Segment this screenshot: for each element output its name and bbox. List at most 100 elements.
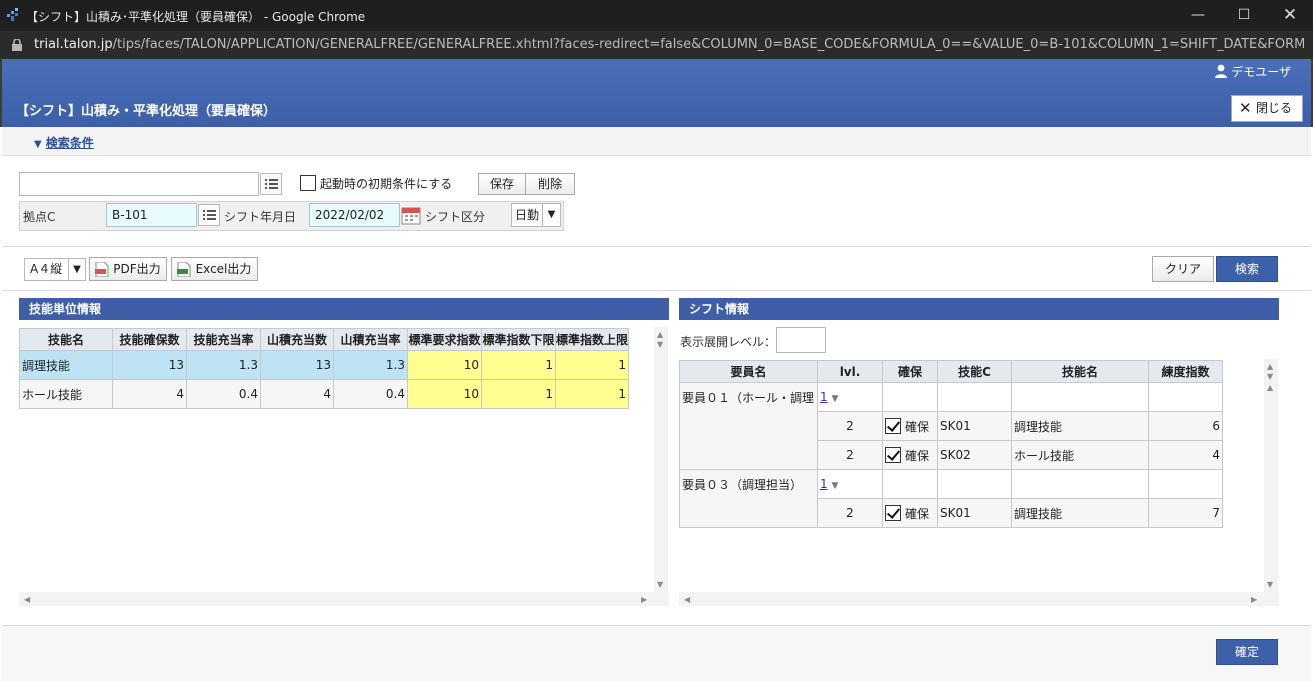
table-cell: 4: [260, 379, 334, 409]
paper-size-select[interactable]: A４縦 ▼: [24, 258, 86, 281]
column-header[interactable]: 標準指数上限: [555, 328, 629, 351]
checkbox-checked[interactable]: [885, 446, 901, 463]
user-name: デモユーザ: [1231, 65, 1291, 79]
save-button[interactable]: 保存: [478, 173, 526, 195]
secure-cell[interactable]: 確保: [882, 498, 938, 528]
table-cell: [937, 382, 1012, 412]
shift-table: 要員名 lvl. 確保 技能C 技能名 練度指数 要員０１（ホール・調理 1 ▼…: [679, 360, 1223, 528]
confirm-button[interactable]: 確定: [1216, 639, 1278, 665]
secure-cell[interactable]: 確保: [882, 440, 938, 470]
table-row[interactable]: 要員０１（ホール・調理 1 ▼: [679, 382, 1223, 470]
search-conditions-bar: ▼ 検索条件: [2, 127, 1311, 156]
shift-date-input[interactable]: 2022/02/02: [309, 203, 400, 227]
column-header[interactable]: 技能充当率: [186, 328, 261, 351]
skill-horizontal-scrollbar[interactable]: ◀ ▶: [19, 592, 669, 606]
skill-panel-title: 技能単位情報: [19, 298, 669, 320]
checkbox-checked[interactable]: [885, 417, 901, 434]
footer-bar: [2, 625, 1311, 681]
expand-arrow-icon[interactable]: ▼: [831, 481, 838, 491]
address-bar[interactable]: trial.talon.jp/tips/faces/TALON/APPLICAT…: [0, 31, 1313, 59]
shift-type-select[interactable]: 日勤 ▼: [511, 203, 561, 227]
search-conditions-toggle[interactable]: ▼ 検索条件: [34, 134, 94, 151]
user-menu[interactable]: デモユーザ: [1215, 63, 1291, 80]
table-cell: 13: [260, 350, 334, 380]
table-cell: [1011, 382, 1149, 412]
column-header[interactable]: 技能名: [1011, 360, 1149, 383]
scroll-up-icon[interactable]: ▲: [1267, 362, 1273, 371]
scroll-right-icon[interactable]: ▶: [1251, 595, 1257, 604]
table-row[interactable]: 調理技能 13 1.3 13 1.3 10 1 1: [19, 350, 629, 380]
column-header[interactable]: 山積充当数: [260, 328, 334, 351]
table-cell: 1: [555, 350, 629, 380]
scroll-right-icon[interactable]: ▶: [641, 595, 647, 604]
column-header[interactable]: 確保: [882, 360, 938, 383]
maximize-button[interactable]: ☐: [1221, 0, 1267, 31]
shift-horizontal-scrollbar[interactable]: ◀ ▶: [679, 592, 1279, 606]
preset-input[interactable]: [19, 172, 259, 196]
close-button[interactable]: ✕ 閉じる: [1231, 95, 1303, 122]
scroll-down-icon[interactable]: ▼: [657, 340, 663, 349]
staff-name-cell: 要員０３（調理担当）: [679, 469, 818, 528]
checkbox-box: [300, 175, 316, 191]
table-cell: [937, 469, 1012, 499]
delete-button[interactable]: 削除: [525, 173, 575, 195]
startup-condition-label: 起動時の初期条件にする: [320, 177, 453, 191]
skill-name-cell: ホール技能: [19, 379, 113, 409]
secure-cell[interactable]: 確保: [882, 411, 938, 441]
level-cell[interactable]: 1 ▼: [817, 469, 883, 499]
window-close-button[interactable]: ✕: [1267, 0, 1313, 31]
shift-vertical-scrollbar[interactable]: ▲ ▼ ▲ ▼: [1264, 359, 1278, 592]
level-cell[interactable]: 1 ▼: [817, 382, 883, 412]
column-header[interactable]: 技能C: [937, 360, 1012, 383]
scroll-down-icon[interactable]: ▼: [657, 580, 663, 589]
checkbox-checked[interactable]: [885, 504, 901, 521]
scroll-up-icon[interactable]: ▲: [1267, 383, 1273, 392]
shift-type-label: シフト区分: [425, 210, 486, 224]
skill-vertical-scrollbar[interactable]: ▲ ▼ ▼: [654, 327, 668, 592]
table-cell: [1148, 469, 1223, 499]
column-header[interactable]: 練度指数: [1148, 360, 1223, 383]
column-header[interactable]: 技能名: [19, 328, 113, 351]
search-button[interactable]: 検索: [1216, 256, 1278, 282]
base-code-list-button[interactable]: [198, 204, 220, 226]
scroll-left-icon[interactable]: ◀: [684, 595, 690, 604]
calendar-icon[interactable]: [401, 205, 421, 225]
table-cell: [882, 382, 938, 412]
window-title: 【シフト】山積み･平準化処理（要員確保） - Google Chrome: [26, 10, 366, 24]
level-link[interactable]: 1: [820, 477, 828, 491]
scroll-left-icon[interactable]: ◀: [24, 595, 30, 604]
minimize-button[interactable]: —: [1175, 0, 1221, 31]
column-header[interactable]: lvl.: [817, 360, 883, 383]
staff-name-cell: 要員０１（ホール・調理: [679, 382, 818, 470]
table-cell: [1148, 382, 1223, 412]
app-header: デモユーザ 【シフト】山積み・平準化処理（要員確保）: [0, 59, 1313, 127]
table-row[interactable]: ホール技能 4 0.4 4 0.4 10 1 1: [19, 379, 629, 409]
clear-button[interactable]: クリア: [1152, 256, 1214, 282]
scroll-down-icon[interactable]: ▼: [1267, 372, 1273, 381]
scroll-down-icon[interactable]: ▼: [1267, 580, 1273, 589]
table-row[interactable]: 要員０３（調理担当） 1 ▼: [679, 469, 1223, 528]
level-link[interactable]: 1: [820, 390, 828, 404]
column-header[interactable]: 要員名: [679, 360, 818, 383]
table-cell: 0.4: [186, 379, 261, 409]
table-cell: 調理技能: [1011, 498, 1149, 528]
list-icon: [265, 179, 278, 189]
column-header[interactable]: 標準指数下限: [481, 328, 556, 351]
preset-list-button[interactable]: [260, 173, 282, 195]
scroll-up-icon[interactable]: ▲: [657, 330, 663, 339]
page-title: 【シフト】山積み・平準化処理（要員確保）: [16, 104, 277, 119]
column-header[interactable]: 山積充当率: [333, 328, 408, 351]
column-header[interactable]: 技能確保数: [112, 328, 187, 351]
expand-arrow-icon[interactable]: ▼: [831, 394, 838, 404]
pdf-export-button[interactable]: PDF出力: [89, 257, 167, 281]
excel-export-button[interactable]: Excel出力: [171, 257, 258, 281]
expand-level-input[interactable]: [776, 327, 826, 353]
dropdown-arrow-icon: ▼: [542, 204, 560, 226]
shift-date-label: シフト年月日: [224, 210, 297, 224]
level-cell: 2: [817, 440, 883, 470]
startup-condition-checkbox[interactable]: 起動時の初期条件にする: [300, 175, 452, 192]
table-cell: 13: [112, 350, 187, 380]
column-header[interactable]: 標準要求指数: [407, 328, 482, 351]
table-cell: 0.4: [333, 379, 408, 409]
base-code-input[interactable]: B-101: [106, 203, 197, 227]
